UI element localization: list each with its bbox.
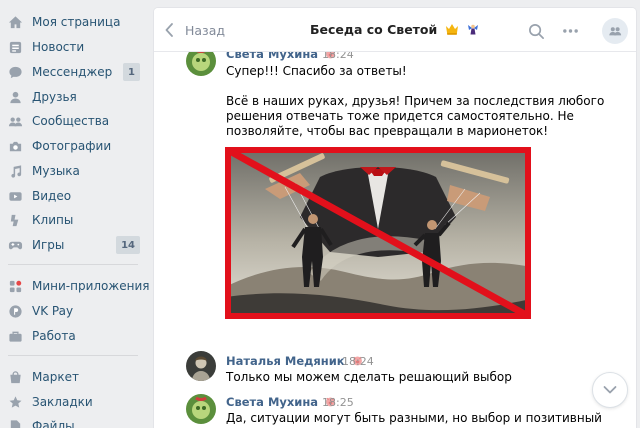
sidebar-item-market[interactable]: Маркет: [0, 366, 146, 388]
sidebar-item-label: Моя страница: [32, 15, 121, 29]
sidebar-item-video[interactable]: Видео: [0, 185, 146, 207]
sidebar-item-vkpay[interactable]: VK Pay: [0, 300, 146, 322]
sidebar-item-label: Новости: [32, 40, 85, 54]
video-icon: [7, 188, 23, 204]
avatar[interactable]: [186, 351, 216, 381]
more-icon[interactable]: [560, 21, 580, 41]
message-time: 18:24: [342, 355, 374, 368]
home-icon: [7, 14, 23, 30]
sidebar-item-news[interactable]: Новости: [0, 36, 146, 58]
sidebar-divider: [8, 355, 138, 356]
sidebar-item-label: VK Pay: [32, 304, 74, 318]
chat-title-text: Беседа со Светой: [310, 22, 438, 37]
news-icon: [7, 39, 23, 55]
sidebar-item-friends[interactable]: Друзья: [0, 86, 146, 108]
sidebar-item-files[interactable]: Файлы: [0, 415, 146, 428]
sidebar-item-label: Игры: [32, 238, 65, 252]
avatar[interactable]: [186, 394, 216, 424]
puppet-master-crossed-out-image[interactable]: [225, 147, 531, 319]
message-text: Да, ситуации могут быть разными, но выбо…: [226, 411, 602, 425]
work-icon: [7, 328, 23, 344]
communities-icon: [7, 113, 23, 129]
sidebar-item-label: Маркет: [32, 370, 79, 384]
sidebar-item-music[interactable]: Музыка: [0, 160, 146, 182]
chat-panel: Назад Беседа со Светой Света Мухина 18:2…: [154, 8, 636, 428]
sidebar-item-work[interactable]: Работа: [0, 325, 146, 347]
message-time: 18:25: [322, 396, 354, 409]
message-text: Только мы можем сделать решающий выбор: [226, 370, 512, 384]
members-icon: [609, 27, 622, 36]
search-icon[interactable]: [526, 21, 546, 41]
sidebar-item-label: Клипы: [32, 213, 74, 227]
sidebar-item-label: Мини-приложения: [32, 279, 150, 293]
sidebar-item-label: Сообщества: [32, 114, 110, 128]
bookmarks-icon: [7, 394, 23, 410]
message-text: Всё в наших руках, друзья! Причем за пос…: [226, 94, 605, 108]
members-button[interactable]: [602, 18, 628, 44]
sidebar-item-messenger[interactable]: Мессенджер 1: [0, 61, 146, 83]
friends-icon: [7, 89, 23, 105]
sidebar-item-label: Закладки: [32, 395, 93, 409]
crown-emoji: [445, 24, 458, 35]
sidebar-item-my-page[interactable]: Моя страница: [0, 11, 146, 33]
clips-icon: [7, 212, 23, 228]
fairy-emoji: [468, 24, 478, 35]
sidebar-item-photos[interactable]: Фотографии: [0, 135, 146, 157]
sidebar-item-communities[interactable]: Сообщества: [0, 110, 146, 132]
message-text: позволяйте, чтобы вас превращали в марио…: [226, 124, 549, 138]
sidebar-item-label: Работа: [32, 329, 76, 343]
message-text: Супер!!! Спасибо за ответы!: [226, 64, 407, 78]
camera-icon: [7, 138, 23, 154]
sidebar-item-clips[interactable]: Клипы: [0, 209, 146, 231]
messenger-icon: [7, 64, 23, 80]
sidebar-divider: [8, 264, 138, 265]
files-icon: [7, 418, 23, 428]
games-icon: [7, 237, 23, 253]
message-list: Света Мухина 18:24 Супер!!! Спасибо за о…: [154, 46, 636, 428]
games-badge: 14: [116, 236, 140, 254]
sidebar-item-label: Музыка: [32, 164, 80, 178]
sidebar-item-bookmarks[interactable]: Закладки: [0, 391, 146, 413]
music-icon: [7, 163, 23, 179]
sidebar-item-mini-apps[interactable]: Мини-приложения: [0, 275, 150, 297]
scroll-down-button[interactable]: [592, 372, 628, 408]
sidebar-item-label: Мессенджер: [32, 65, 113, 79]
chat-header: Назад Беседа со Светой: [154, 8, 636, 52]
message-author[interactable]: Света Мухина: [226, 395, 336, 409]
market-icon: [7, 369, 23, 385]
sidebar-item-label: Видео: [32, 189, 72, 203]
left-sidebar: Моя страница Новости Мессенджер 1 Друзья…: [0, 0, 152, 428]
mini-apps-icon: [7, 278, 23, 294]
chevron-down-icon: [603, 386, 617, 394]
sidebar-item-games[interactable]: Игры 14: [0, 234, 146, 256]
vkpay-icon: [7, 303, 23, 319]
sidebar-item-label: Друзья: [32, 90, 77, 104]
sidebar-item-label: Фотографии: [32, 139, 112, 153]
message-author-name: Света Мухина: [226, 395, 319, 409]
unread-badge: 1: [123, 63, 140, 81]
sidebar-item-label: Файлы: [32, 419, 75, 428]
message-author-name: Наталья Медяник: [226, 354, 345, 368]
message-text: решения отвечать тоже придется самостоят…: [226, 109, 574, 123]
